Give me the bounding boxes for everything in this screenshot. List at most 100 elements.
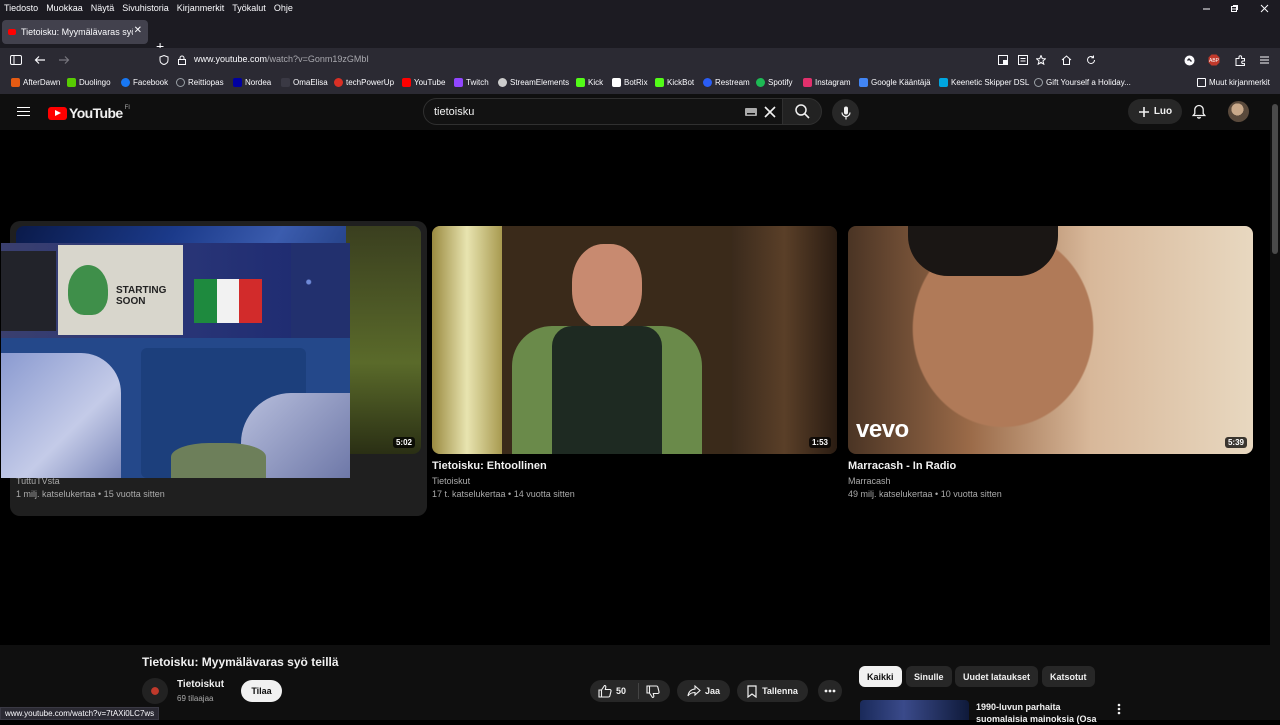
tab-youtube[interactable]: Tietoisku: Myymälävaras syö teillä ✕ xyxy=(2,20,148,44)
bookmark-afterdawn[interactable]: AfterDawn xyxy=(11,78,60,87)
subscribe-button[interactable]: Tilaa xyxy=(241,680,282,702)
video-channel[interactable]: Marracash xyxy=(848,476,891,486)
picture-in-picture-icon[interactable] xyxy=(998,55,1008,65)
bookmark-duolingo[interactable]: Duolingo xyxy=(67,78,111,87)
hamburger-menu-icon xyxy=(1259,56,1269,64)
home-icon xyxy=(1061,55,1071,65)
menu-history[interactable]: Sivuhistoria xyxy=(118,3,173,13)
bookmark-restream[interactable]: Restream xyxy=(703,78,750,87)
thumbnail-wall xyxy=(732,226,837,454)
url-path: /watch?v=Gonm19zGMbI xyxy=(267,54,369,64)
bookmark-techpowerup[interactable]: techPowerUp xyxy=(334,78,394,87)
keyboard-icon[interactable] xyxy=(745,108,757,116)
chip-for-you[interactable]: Sinulle xyxy=(906,666,952,687)
chip-watched[interactable]: Katsotut xyxy=(1042,666,1095,687)
url-text[interactable]: www.youtube.com/watch?v=Gonm19zGMbI xyxy=(194,54,369,64)
more-actions-button[interactable] xyxy=(818,680,842,702)
spotify-icon xyxy=(756,78,765,87)
bookmark-gift-holiday[interactable]: Gift Yourself a Holiday... xyxy=(1034,78,1131,87)
bookmark-label: YouTube xyxy=(414,78,446,87)
video-thumbnail[interactable]: 1:53 xyxy=(432,226,837,454)
bookmark-facebook[interactable]: Facebook xyxy=(121,78,168,87)
thumbnail-sunglasses xyxy=(908,226,1058,276)
dislike-button[interactable] xyxy=(646,685,660,701)
bookmark-instagram[interactable]: Instagram xyxy=(803,78,851,87)
search-button[interactable] xyxy=(782,98,822,125)
video-duration: 5:39 xyxy=(1224,437,1247,448)
side-video-title[interactable]: 1990-luvun parhaita suomalaisia mainoksi… xyxy=(976,701,1106,725)
voice-search-button[interactable] xyxy=(832,99,859,126)
reader-view-icon[interactable] xyxy=(1018,55,1028,65)
share-icon xyxy=(687,685,701,697)
lock-icon[interactable] xyxy=(177,55,187,65)
app-menu-button[interactable] xyxy=(1255,51,1273,69)
back-button[interactable] xyxy=(31,51,49,69)
channel-avatar[interactable] xyxy=(142,678,168,704)
menu-tools[interactable]: Työkalut xyxy=(228,3,270,13)
channel-name[interactable]: Tietoiskut xyxy=(177,679,224,690)
chip-all[interactable]: Kaikki xyxy=(859,666,902,687)
bookmark-keenetic[interactable]: Keenetic Skipper DSL xyxy=(939,78,1029,87)
plus-icon xyxy=(1138,106,1149,117)
chip-recently-uploaded[interactable]: Uudet lataukset xyxy=(955,666,1039,687)
avatar[interactable] xyxy=(1228,101,1249,122)
side-video-menu-button[interactable] xyxy=(1117,702,1121,720)
video-thumbnail[interactable]: vevo 5:39 xyxy=(848,226,1253,454)
share-label: Jaa xyxy=(704,686,721,696)
bookmark-reittiopas[interactable]: Reittiopas xyxy=(176,78,224,87)
bookmark-kick[interactable]: Kick xyxy=(576,78,603,87)
star-icon[interactable] xyxy=(1036,55,1046,65)
menu-file[interactable]: Tiedosto xyxy=(0,3,42,13)
bookmark-label: Duolingo xyxy=(79,78,111,87)
bookmark-label: OmaElisa xyxy=(293,78,328,87)
notifications-button[interactable] xyxy=(1191,104,1207,125)
bookmark-omaelisa[interactable]: OmaElisa xyxy=(281,78,328,87)
extensions-button[interactable] xyxy=(1231,51,1249,69)
guide-menu-button[interactable] xyxy=(17,104,30,119)
video-card[interactable]: 1:53 Tietoisku: Ehtoollinen Tietoiskut 1… xyxy=(432,222,837,512)
like-button[interactable] xyxy=(598,684,612,700)
restore-button[interactable] xyxy=(1218,0,1250,16)
video-card[interactable]: vevo 5:39 Marracash - In Radio Marracash… xyxy=(848,222,1253,512)
twitch-icon xyxy=(454,78,463,87)
sidebar-toggle-button[interactable] xyxy=(7,51,25,69)
forward-button[interactable] xyxy=(55,51,73,69)
page-scrollbar[interactable] xyxy=(1270,94,1280,720)
bookmark-label: Nordea xyxy=(245,78,272,87)
bookmark-nordea[interactable]: Nordea xyxy=(233,78,271,87)
youtube-logo[interactable]: YouTube FI xyxy=(48,105,130,121)
tab-strip: Tietoisku: Myymälävaras syö teillä ✕ + xyxy=(0,16,1280,54)
other-bookmarks-folder[interactable]: Muut kirjanmerkit xyxy=(1197,78,1270,87)
menu-help[interactable]: Ohje xyxy=(270,3,297,13)
create-button[interactable]: Luo xyxy=(1128,99,1182,124)
bookmark-streamelements[interactable]: StreamElements xyxy=(498,78,569,87)
video-channel[interactable]: Tietoiskut xyxy=(432,476,470,486)
bookmark-spotify[interactable]: Spotify xyxy=(756,78,792,87)
bookmark-twitch[interactable]: Twitch xyxy=(454,78,489,87)
save-button[interactable]: Tallenna xyxy=(737,680,808,702)
bookmark-youtube[interactable]: YouTube xyxy=(402,78,445,87)
reload-button[interactable] xyxy=(1082,51,1100,69)
bookmark-kickbot[interactable]: KickBot xyxy=(655,78,694,87)
extension-button[interactable] xyxy=(1180,51,1198,69)
bookmark-botrix[interactable]: BotRix xyxy=(612,78,648,87)
menu-view[interactable]: Näytä xyxy=(87,3,119,13)
scrollbar-thumb[interactable] xyxy=(1272,104,1278,254)
status-link-preview: www.youtube.com/watch?v=7tAXi0LC7ws xyxy=(0,707,160,720)
menu-bookmarks[interactable]: Kirjanmerkit xyxy=(173,3,229,13)
window-close-button[interactable] xyxy=(1248,0,1280,16)
bookmark-google-translate[interactable]: Google Kääntäjä xyxy=(859,78,931,87)
side-video-thumbnail[interactable] xyxy=(860,700,969,720)
search-input[interactable] xyxy=(434,104,734,120)
home-button[interactable] xyxy=(1057,51,1075,69)
video-title[interactable]: Tietoisku: Ehtoollinen xyxy=(432,460,547,472)
address-bar[interactable]: www.youtube.com/watch?v=Gonm19zGMbI xyxy=(150,50,1050,70)
hamburger-line xyxy=(17,106,30,108)
share-button[interactable]: Jaa xyxy=(677,680,730,702)
shield-icon[interactable] xyxy=(159,55,169,65)
clear-search-icon[interactable] xyxy=(764,106,776,118)
menu-edit[interactable]: Muokkaa xyxy=(42,3,87,13)
video-title[interactable]: Marracash - In Radio xyxy=(848,460,956,472)
tab-close-icon[interactable]: ✕ xyxy=(134,25,142,36)
adblock-button[interactable]: ABP xyxy=(1205,51,1223,69)
